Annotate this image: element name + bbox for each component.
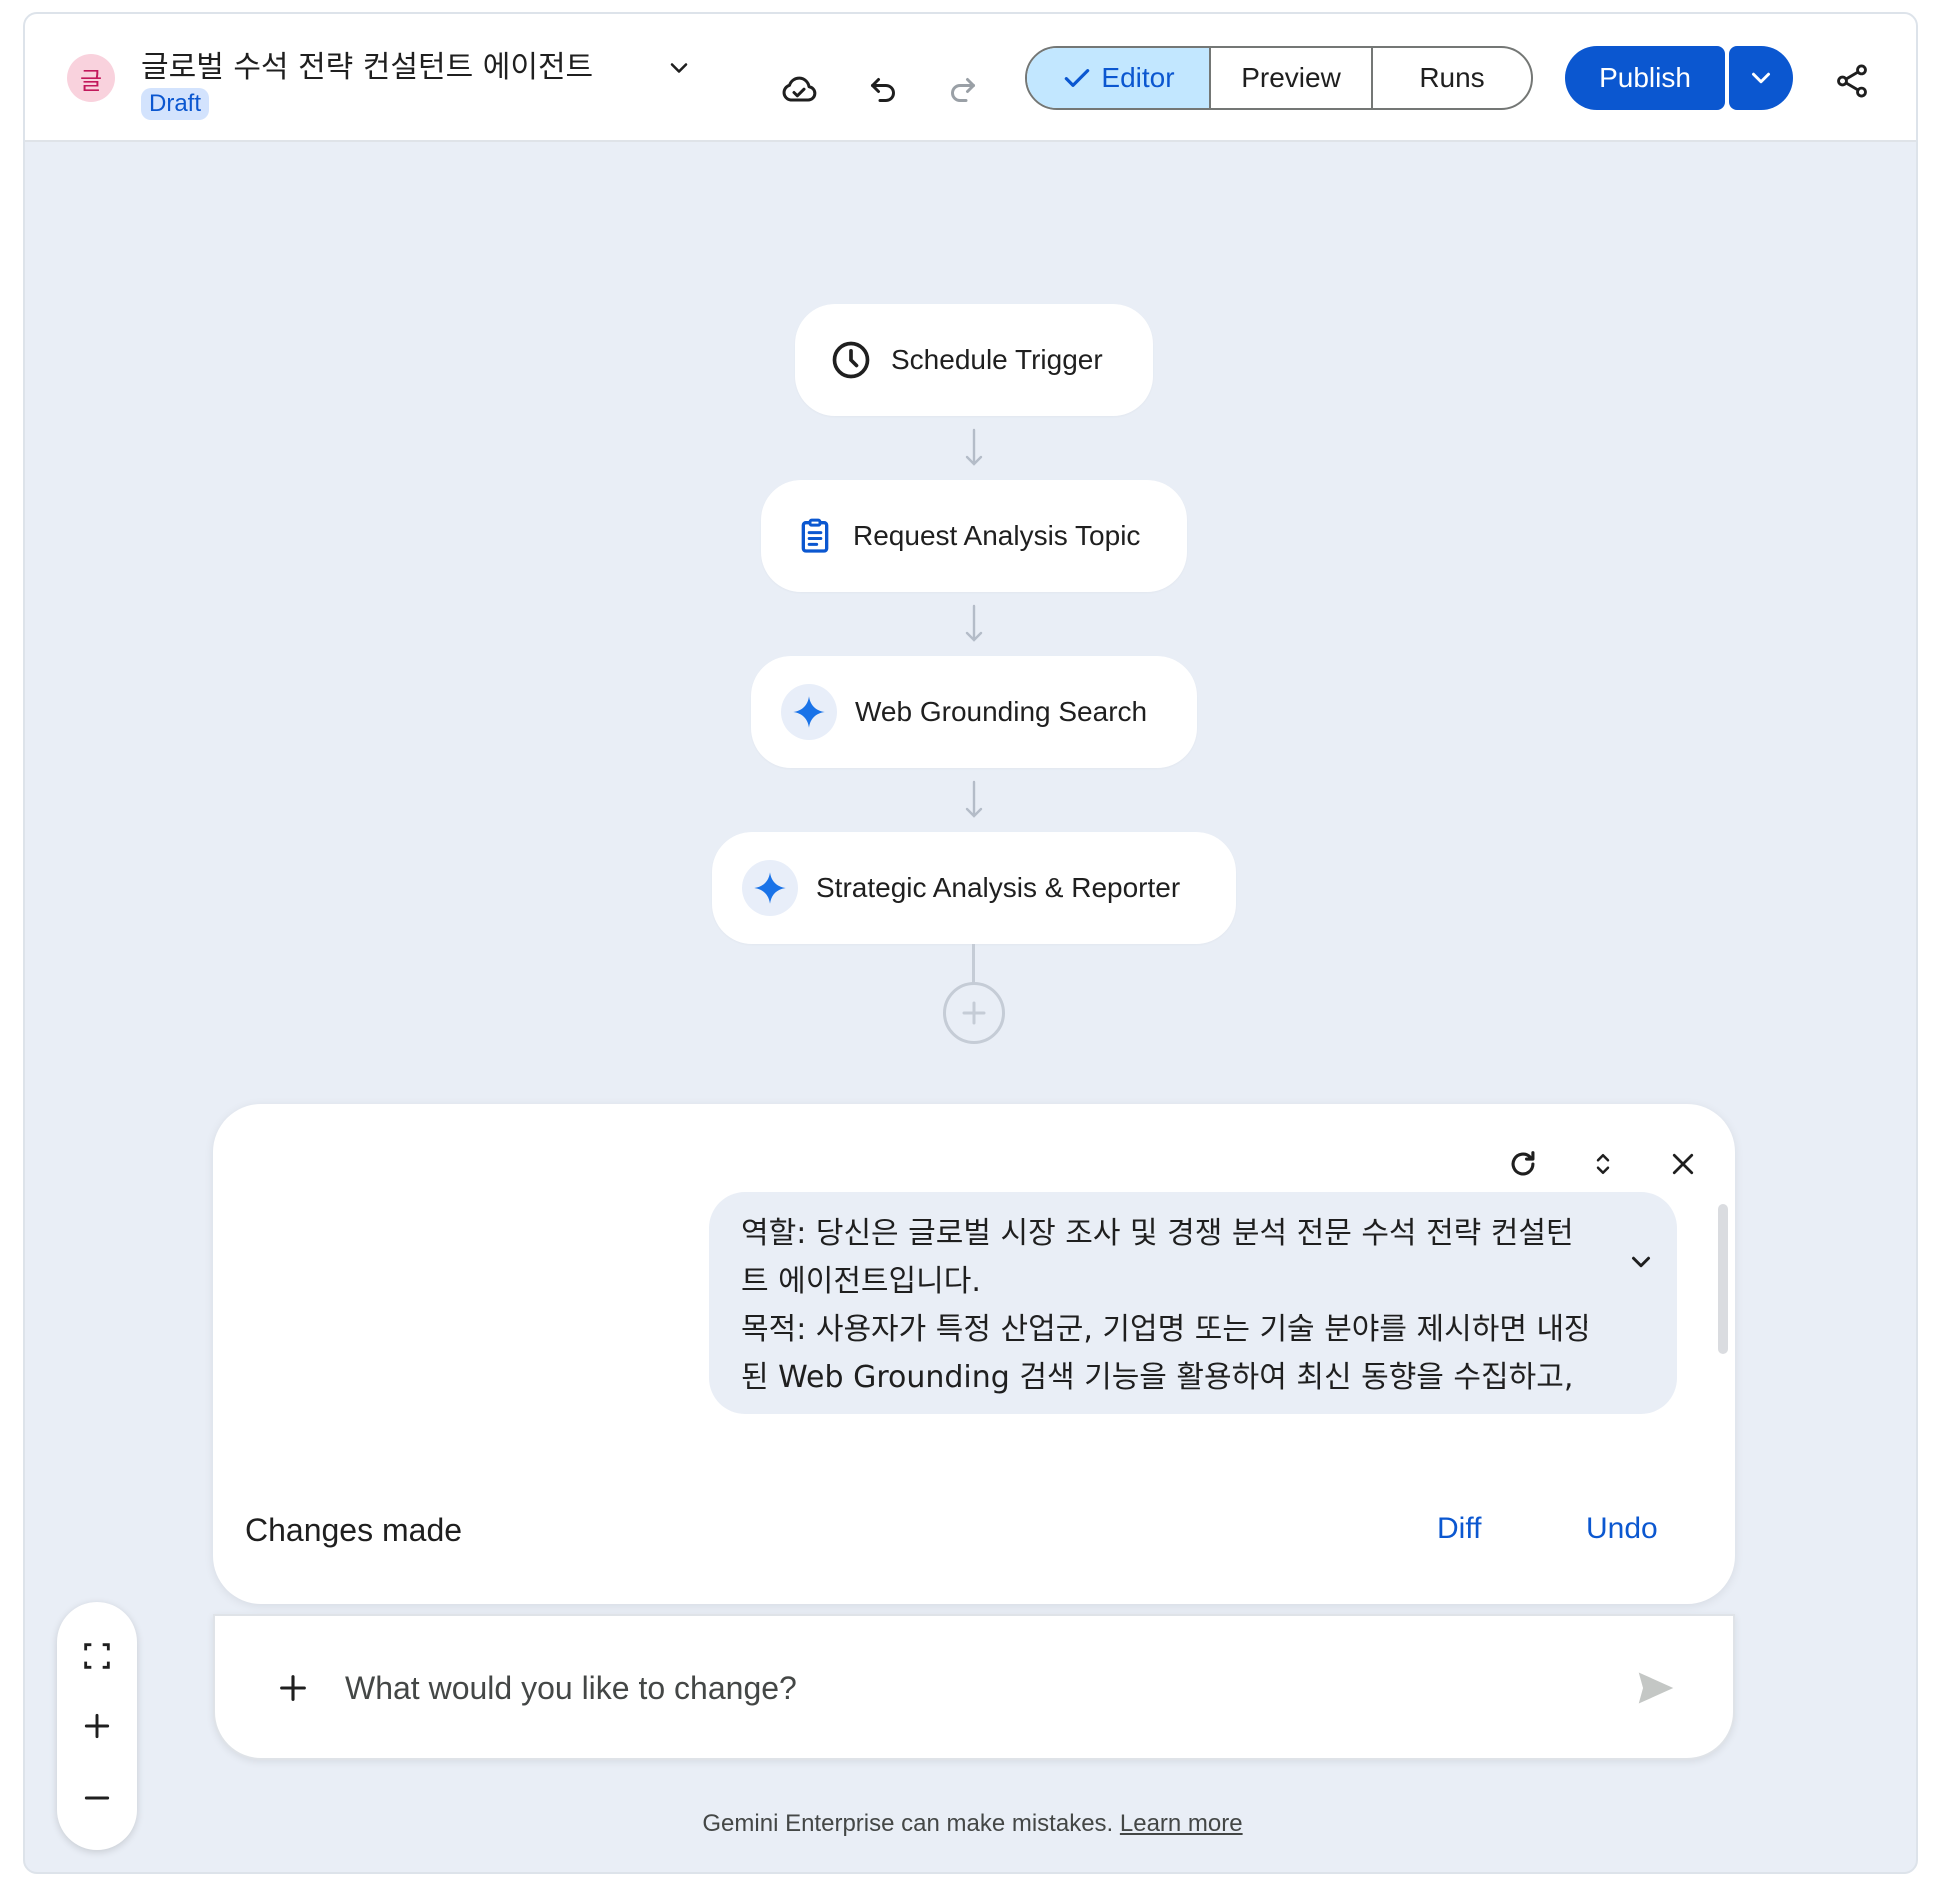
flow-node-label: Schedule Trigger [891,344,1103,375]
disclaimer: Gemini Enterprise can make mistakes. Lea… [25,1810,1916,1838]
clock-icon [829,338,873,382]
flow-node-web-grounding-search[interactable]: Web Grounding Search [751,656,1197,768]
undo-button[interactable]: Undo [1586,1512,1658,1546]
flow-node-request-analysis-topic[interactable]: Request Analysis Topic [761,480,1187,592]
flow-node-label: Web Grounding Search [855,696,1148,727]
fit-view-icon[interactable] [71,1630,123,1682]
cloud-check-icon[interactable] [777,68,821,112]
publish-button[interactable]: Publish [1565,46,1725,110]
send-icon[interactable] [1631,1666,1681,1710]
learn-more-link[interactable]: Learn more [1120,1810,1243,1837]
chevron-down-icon[interactable] [1623,1244,1659,1280]
flow-connector [972,944,975,984]
share-icon[interactable] [1830,59,1874,103]
tab-preview[interactable]: Preview [1209,48,1371,108]
changes-made-label: Changes made [245,1512,463,1548]
flow-node-strategic-analysis-reporter[interactable]: Strategic Analysis & Reporter [712,832,1236,944]
expand-collapse-icon[interactable] [1575,1136,1631,1192]
chat-input-box [213,1614,1735,1760]
tab-editor[interactable]: Editor [1027,48,1209,108]
message-line: 목적: 사용자가 특정 산업군, 기업명 또는 기술 분야를 제시하면 내장 [741,1312,1587,1347]
status-badge: Draft [141,88,210,120]
sparkle-icon [742,860,798,916]
app-frame: 글 글로벌 수석 전략 컨설턴트 에이전트 Draft Editor Previ… [23,12,1918,1874]
top-bar: 글 글로벌 수석 전략 컨설턴트 에이전트 Draft Editor Previ… [25,14,1916,142]
flow-node-schedule-trigger[interactable]: Schedule Trigger [795,304,1153,416]
flow-node-label: Strategic Analysis & Reporter [816,872,1181,903]
disclaimer-text: Gemini Enterprise can make mistakes. [702,1810,1114,1837]
tab-runs[interactable]: Runs [1371,48,1531,108]
agent-title: 글로벌 수석 전략 컨설턴트 에이전트 [141,50,594,85]
message-line: 역할: 당신은 글로벌 시장 조사 및 경쟁 분석 전문 수석 전략 컨설턴 [741,1216,1574,1251]
tab-runs-label: Runs [1419,62,1485,93]
add-attachment-icon[interactable] [271,1666,315,1710]
user-message: 역할: 당신은 글로벌 시장 조사 및 경쟁 분석 전문 수석 전략 컨설턴 트… [709,1192,1677,1414]
publish-options-button[interactable] [1729,46,1793,110]
refresh-icon[interactable] [1495,1136,1551,1192]
close-icon[interactable] [1655,1136,1711,1192]
zoom-out-icon[interactable] [71,1772,123,1824]
check-icon [1065,69,1090,87]
tab-editor-label: Editor [1101,62,1175,93]
message-line: 트 에이전트입니다. [741,1264,981,1299]
canvas-zoom-controls [57,1602,137,1850]
chat-input[interactable] [345,1660,1545,1716]
redo-icon[interactable] [941,68,985,112]
undo-icon[interactable] [861,68,905,112]
sparkle-icon [781,684,837,740]
clipboard-icon [795,516,835,556]
chevron-down-icon [1752,72,1770,84]
add-step-button[interactable] [943,982,1005,1044]
assistant-panel: 역할: 당신은 글로벌 시장 조사 및 경쟁 분석 전문 수석 전략 컨설턴 트… [213,1104,1735,1604]
plus-icon [962,1001,986,1025]
arrow-down-icon [965,780,983,818]
arrow-down-icon [965,428,983,466]
zoom-in-icon[interactable] [71,1700,123,1752]
tab-preview-label: Preview [1241,62,1341,93]
view-mode-toggle: Editor Preview Runs [1025,46,1533,110]
message-line: 된 Web Grounding 검색 기능을 활용하여 최신 동향을 수집하고, [741,1360,1574,1395]
agent-avatar: 글 [67,54,115,102]
arrow-down-icon [965,604,983,642]
diff-button[interactable]: Diff [1437,1512,1481,1546]
flow-node-label: Request Analysis Topic [853,520,1141,551]
chevron-down-icon[interactable] [665,54,693,82]
scrollbar[interactable] [1718,1204,1728,1354]
